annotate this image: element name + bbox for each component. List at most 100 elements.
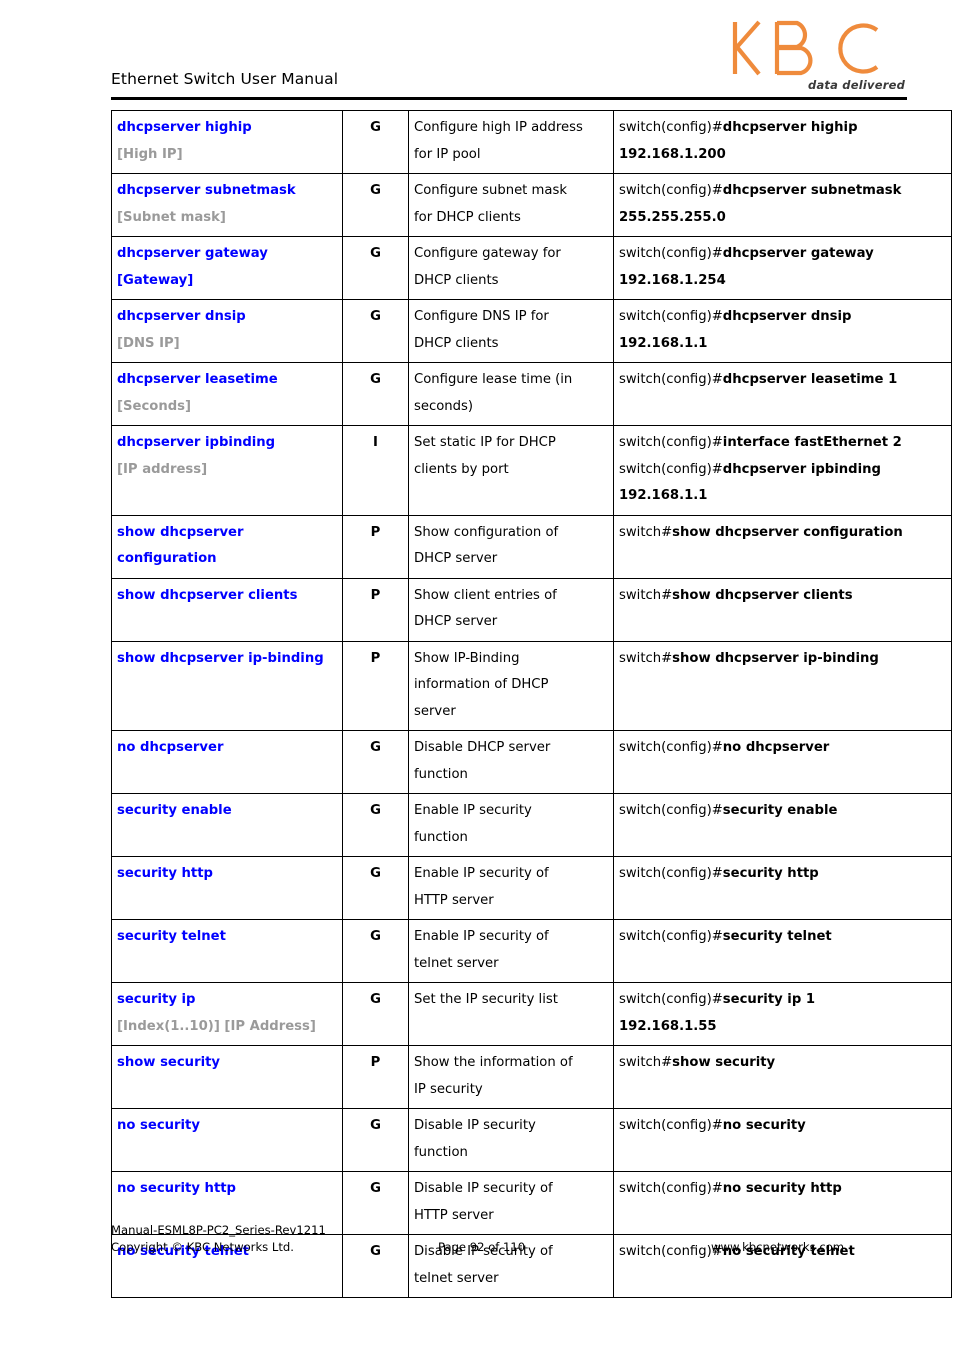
mode-letter: P [370,587,381,603]
command-name[interactable]: dhcpserver gateway [117,241,337,268]
table-row: dhcpserver highip [High IP] G Configure hig… [111,110,952,174]
description-line: Configure gateway for [414,246,561,261]
command-name[interactable]: show dhcpserver configuration [117,520,337,573]
command-name[interactable]: show dhcpserver ip-binding [117,646,337,673]
example-cell: switch(config)#dhcpserver dnsip 192.168.1… [613,299,952,363]
example-cell: switch(config)#no security [613,1108,952,1172]
example-line: switch(config)#security enable [619,798,946,825]
description-cell: Set static IP for DHCP clients by port [408,425,614,516]
example-command: dhcpserver gateway [722,246,874,261]
command-cell: dhcpserver leasetime [Seconds] [111,362,343,426]
command-reference-table: dhcpserver highip [High IP] G Configure hig… [111,110,952,1298]
description-line: information of DHCP [414,677,549,692]
command-name[interactable]: dhcpserver leasetime [117,367,337,394]
example-cell: switch(config)#no dhcpserver [613,730,952,794]
command-name[interactable]: no security http [117,1176,337,1203]
command-name[interactable]: security telnet [117,924,337,951]
example-line: switch#show dhcpserver ip-binding [619,646,946,673]
mode-cell: G [342,173,409,237]
command-name[interactable]: dhcpserver ipbinding [117,430,337,457]
example-command: show dhcpserver clients [672,587,853,603]
command-name[interactable]: security http [117,861,337,888]
footer-bottom-line: Copyright © KBC Networks Ltd. Page 92 of… [111,1239,907,1256]
example-prompt: switch(config)# [619,929,723,944]
command-parameter: [High IP] [117,146,183,162]
logo-tagline: data delivered [808,78,905,92]
example-cell: switch#show security [613,1045,952,1109]
command-name[interactable]: show security [117,1050,337,1077]
example-line: 192.168.1.1 [619,331,946,358]
table-row: show security P Show the information of IP … [111,1045,952,1109]
command-name[interactable]: dhcpserver subnetmask [117,178,337,205]
example-command: show dhcpserver configuration [672,524,903,540]
description-line: Enable IP security of [414,866,549,881]
example-command: dhcpserver subnetmask [722,183,902,198]
page-title: Ethernet Switch User Manual [111,70,339,88]
description-line: Disable DHCP server [414,740,551,755]
mode-letter: P [370,1055,381,1070]
command-cell: show security [111,1045,343,1109]
description-line: function [414,829,468,845]
footer-website-url: www.kbcnetworks.com [711,1240,845,1254]
command-name[interactable]: security enable [117,798,337,825]
mode-cell: P [342,640,409,731]
mode-cell: P [342,1045,409,1109]
command-name[interactable]: no dhcpserver [117,735,337,762]
command-cell: security ip [Index(1..10)] [IP Address] [111,982,343,1046]
example-prompt: switch(config)# [619,992,723,1007]
mode-cell: P [342,514,409,579]
example-prompt: switch(config)# [619,1181,723,1196]
example-line: switch(config)#interface fastEthernet 2 [619,430,946,457]
example-prompt: switch(config)# [619,1118,723,1133]
command-parameter: [Subnet mask] [117,209,226,225]
example-cell: switch(config)#interface fastEthernet 2s… [613,425,952,516]
command-name[interactable]: show dhcpserver clients [117,583,337,610]
command-cell: dhcpserver ipbinding [IP address] [111,425,343,516]
command-parameter: [Index(1..10)] [IP Address] [117,1018,316,1034]
description-line: telnet server [414,955,499,971]
description-line: Configure lease time (in [414,372,573,387]
description-line: for DHCP clients [414,209,521,225]
description-line: Set static IP for DHCP [414,435,556,450]
command-cell: security telnet [111,919,343,983]
example-cell: switch(config)#dhcpserver leasetime 1 [613,362,952,426]
example-prompt: switch(config)# [619,183,723,198]
command-name[interactable]: security ip [117,987,337,1014]
example-command: dhcpserver ipbinding [722,461,881,477]
description-line: Enable IP security [414,803,532,818]
example-line: switch(config)#dhcpserver highip [619,115,946,142]
example-prompt: switch# [619,524,673,540]
mode-letter: G [370,1118,381,1133]
command-cell: no dhcpserver [111,730,343,794]
example-command: dhcpserver leasetime 1 [722,372,898,387]
command-name[interactable]: dhcpserver dnsip [117,304,337,331]
description-line: clients by port [414,461,509,477]
mode-letter: P [370,524,381,540]
command-cell: show dhcpserver clients [111,577,343,642]
description-cell: Show configuration of DHCP server [408,514,614,579]
mode-letter: G [370,372,381,387]
example-line: 192.168.1.254 [619,268,946,295]
example-prompt: switch(config)# [619,120,723,135]
example-command: 255.255.255.0 [619,209,726,225]
description-cell: Enable IP security of telnet server [408,919,614,983]
description-cell: Disable DHCP server function [408,730,614,794]
description-line: Disable IP security [414,1118,536,1133]
example-command: no dhcpserver [722,740,830,755]
table-row: show dhcpserver configuration P Show confi… [111,514,952,579]
command-name[interactable]: dhcpserver highip [117,115,337,142]
table-row: security telnet G Enable IP security of tel… [111,919,952,983]
example-line: switch#show dhcpserver clients [619,583,946,610]
example-command: dhcpserver highip [722,120,858,135]
mode-letter: G [370,929,381,944]
example-line: 192.168.1.1 [619,483,946,510]
example-command: 192.168.1.1 [619,488,708,503]
table-row: security http G Enable IP security of HTTP … [111,856,952,920]
command-name[interactable]: no security [117,1113,337,1140]
description-cell: Enable IP security function [408,793,614,857]
example-line: switch(config)#no security [619,1113,946,1140]
example-command: show security [672,1055,776,1070]
example-line: switch(config)#dhcpserver dnsip [619,304,946,331]
example-line: switch#show security [619,1050,946,1077]
example-command: security http [722,866,819,881]
